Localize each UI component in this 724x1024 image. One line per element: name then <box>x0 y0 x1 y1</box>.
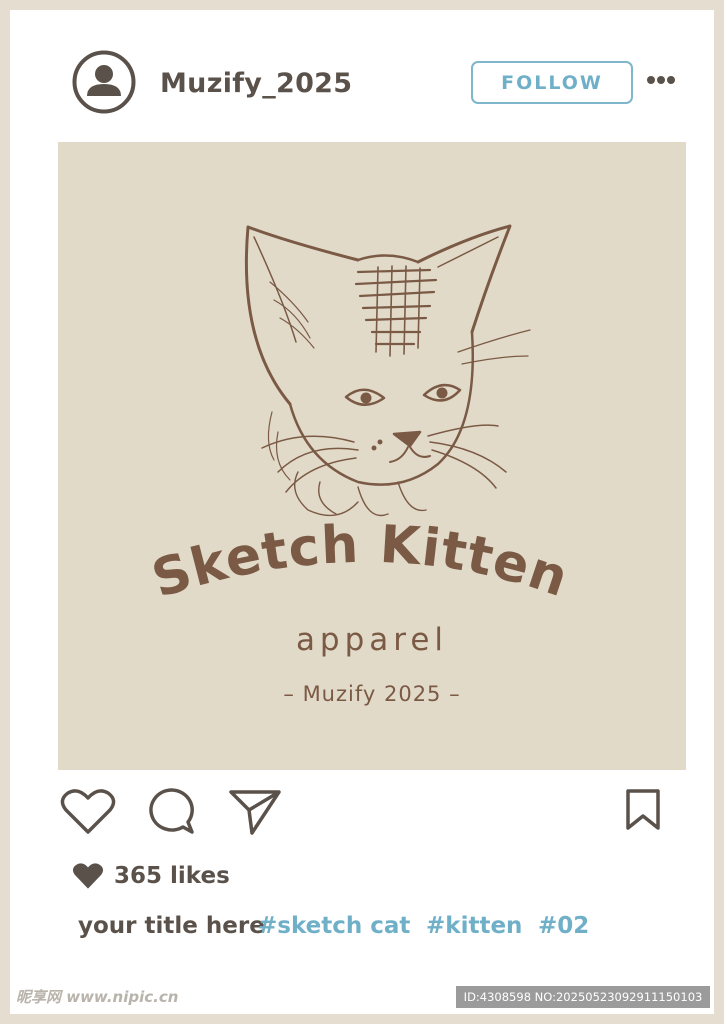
send-icon[interactable] <box>228 788 282 836</box>
caption-title: your title here <box>78 913 265 939</box>
hashtag[interactable]: #02 <box>538 913 589 939</box>
bookmark-icon[interactable] <box>624 788 662 832</box>
brand-signature: – Muzify 2025 – <box>283 682 461 706</box>
likes-count[interactable]: 365 likes <box>114 863 230 889</box>
brand-title: Sketch Kitten <box>145 515 575 610</box>
more-dots-icon[interactable] <box>646 72 676 88</box>
user-icon[interactable] <box>72 50 136 114</box>
image-id-bar: ID:4308598 NO:20250523092911150103 <box>456 986 710 1008</box>
hashtag[interactable]: #sketch cat <box>258 913 410 939</box>
svg-text:Sketch Kitten: Sketch Kitten <box>145 515 576 610</box>
caption: your title here #sketch cat #kitten #02 <box>78 913 678 945</box>
brand-subtitle: apparel <box>295 622 449 658</box>
likes-row: 365 likes <box>72 860 230 892</box>
heart-icon[interactable] <box>60 788 116 836</box>
follow-button[interactable]: FOLLOW <box>471 61 633 104</box>
site-watermark: 昵享网 www.nipic.cn <box>16 988 179 1006</box>
brand-logo: Sketch Kitten <box>145 515 576 610</box>
post-card: Muzify_2025 FOLLOW Sketch Kitten apparel… <box>10 10 714 1014</box>
comment-icon[interactable] <box>146 786 196 836</box>
hashtag[interactable]: #kitten <box>426 913 522 939</box>
post-image[interactable]: Sketch Kitten apparel – Muzify 2025 – <box>58 142 686 770</box>
username[interactable]: Muzify_2025 <box>160 68 352 99</box>
filled-heart-icon <box>72 863 104 889</box>
